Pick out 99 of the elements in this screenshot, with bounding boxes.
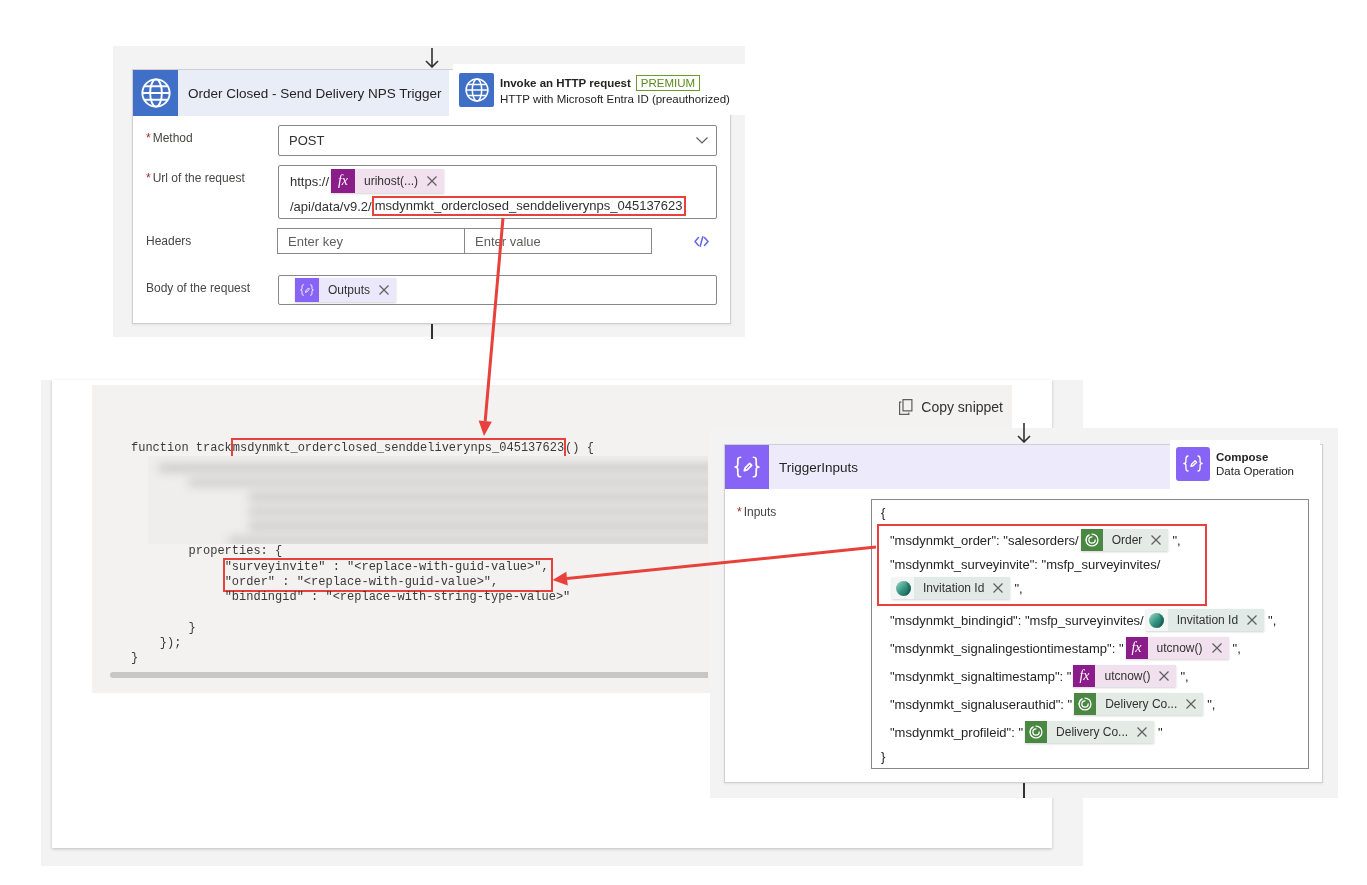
code-text: }: [188, 620, 196, 637]
remove-token-button[interactable]: [1159, 671, 1170, 681]
code-text: properties: {: [188, 544, 283, 560]
code-icon[interactable]: [694, 235, 709, 247]
close-icon: [1159, 671, 1170, 681]
remove-token-button[interactable]: [1211, 643, 1222, 653]
code-text: });: [159, 636, 182, 652]
connector-name: HTTP with Microsoft Entra ID (preauthorized): [500, 92, 730, 105]
close-icon: [1151, 535, 1162, 545]
field-label: Body of the request: [146, 281, 251, 295]
inputs-field[interactable]: [871, 499, 1309, 769]
json-text: ",: [1172, 532, 1181, 548]
remove-token-button[interactable]: [1247, 615, 1258, 625]
field-label: Method: [152, 131, 193, 145]
copy-snippet-button[interactable]: Copy snippet: [899, 396, 1003, 417]
chevron-down-icon: [696, 137, 708, 144]
required-mark: *: [146, 131, 151, 145]
action-card[interactable]: [132, 69, 731, 324]
dynamic-content-token[interactable]: Invitation Id: [1145, 609, 1265, 631]
url-text: https://: [290, 173, 330, 189]
json-text: "msdynmkt_signalingestiontimestamp": ": [890, 640, 1124, 656]
swirl-icon: [1025, 721, 1048, 743]
method-dropdown[interactable]: POST: [278, 125, 717, 156]
step-title: TriggerInputs: [779, 459, 859, 475]
json-text: "msdynmkt_profileid": ": [890, 724, 1024, 740]
highlighted-url-text: msdynmkt_orderclosed_senddeliverynps_045137623: [371, 196, 686, 216]
code-text: () {: [565, 441, 594, 457]
remove-token-button[interactable]: [1151, 535, 1162, 545]
json-text: {: [881, 504, 886, 520]
required-mark: *: [146, 171, 151, 185]
remove-token-button[interactable]: [1137, 727, 1148, 737]
dynamic-content-token[interactable]: fx urihost(...): [331, 169, 445, 193]
json-text: ",: [1207, 696, 1216, 712]
json-text: "msdynmkt_surveyinvite": "msfp_surveyinvites/: [890, 556, 1161, 572]
json-text: "msdynmkt_signaluserauthid": ": [890, 696, 1073, 712]
json-text: ",: [1232, 640, 1241, 656]
globe-icon: [459, 72, 494, 107]
swirl-icon: [1080, 529, 1103, 551]
remove-token-button[interactable]: [427, 176, 438, 186]
json-text: ",: [1268, 612, 1277, 628]
dynamic-content-token[interactable]: fx utcnow(): [1125, 637, 1229, 659]
globe-icon: [133, 70, 178, 116]
dynamic-content-token[interactable]: Outputs: [295, 278, 397, 302]
dynamic-content-token[interactable]: Order: [1080, 529, 1169, 551]
copy-icon: [899, 398, 914, 415]
code-text: "order" : "<replace-with-guid-value>",: [224, 574, 499, 591]
remove-token-button[interactable]: [993, 583, 1004, 593]
swirl-icon: [1074, 693, 1097, 715]
down-arrow-icon: [424, 48, 439, 68]
body-field[interactable]: Outputs: [278, 275, 717, 305]
field-label: Url of the request: [152, 171, 245, 185]
step-header[interactable]: TriggerInputs: [725, 445, 1170, 489]
remove-token-button[interactable]: [1186, 699, 1197, 709]
close-icon: [379, 285, 390, 295]
connector-name: Data Operation: [1216, 464, 1294, 477]
close-icon: [1211, 643, 1222, 653]
action-name: Compose: [1216, 450, 1270, 463]
close-icon: [1186, 699, 1197, 709]
json-text: ",: [1180, 668, 1189, 684]
fx-icon: fx: [1125, 637, 1148, 659]
json-text: }: [881, 748, 886, 764]
dynamic-content-token[interactable]: Delivery Co...: [1025, 721, 1155, 743]
header-key-field[interactable]: Enter key: [277, 228, 465, 254]
url-text: /api/data/v9.2/: [290, 198, 372, 214]
premium-badge: PREMIUM: [635, 74, 701, 91]
dynamic-content-token[interactable]: fx utcnow(): [1073, 665, 1177, 687]
field-label: Inputs: [743, 505, 777, 519]
code-text: "bindingid" : "<replace-with-string-type-value>": [224, 590, 571, 606]
close-icon: [993, 583, 1004, 593]
json-text: "msdynmkt_order": "salesorders/: [890, 532, 1079, 548]
close-icon: [1137, 727, 1148, 737]
step-header[interactable]: Order Closed - Send Delivery NPS Trigger: [133, 70, 449, 116]
field-label: Headers: [146, 234, 192, 248]
sphere-icon: [892, 577, 914, 599]
close-icon: [427, 176, 438, 186]
down-arrow-icon: [1016, 423, 1031, 443]
code-text: function track: [131, 441, 232, 457]
action-name: Invoke an HTTP request: [500, 76, 631, 89]
braces-icon: [295, 278, 319, 302]
connector-line: [1022, 783, 1025, 798]
json-text: "msdynmkt_bindingid": "msfp_surveyinvites/: [890, 612, 1144, 628]
code-text: }: [131, 651, 139, 667]
step-title: Order Closed - Send Delivery NPS Trigger: [188, 85, 442, 101]
remove-token-button[interactable]: [379, 285, 390, 295]
horizontal-scrollbar[interactable]: [110, 671, 708, 678]
code-text: "surveyinvite" : "<replace-with-guid-value>",: [224, 559, 549, 575]
fx-icon: fx: [331, 169, 356, 193]
required-mark: *: [737, 505, 742, 519]
dynamic-content-token[interactable]: Delivery Co...: [1074, 693, 1204, 715]
braces-icon: [725, 445, 769, 489]
close-icon: [1247, 615, 1258, 625]
json-text: ",: [1014, 580, 1023, 596]
braces-icon: [1176, 446, 1210, 481]
fx-icon: fx: [1073, 665, 1096, 687]
json-text: "msdynmkt_signaltimestamp": ": [890, 668, 1072, 684]
dynamic-content-token[interactable]: Invitation Id: [892, 577, 1011, 599]
json-text: ": [1158, 724, 1163, 740]
url-field[interactable]: https:// fx urihost(...) /api/data/v9.2/ msdynmkt_orderclosed_senddeliverynps_045137623: [278, 165, 717, 219]
connector-line: [430, 324, 433, 339]
